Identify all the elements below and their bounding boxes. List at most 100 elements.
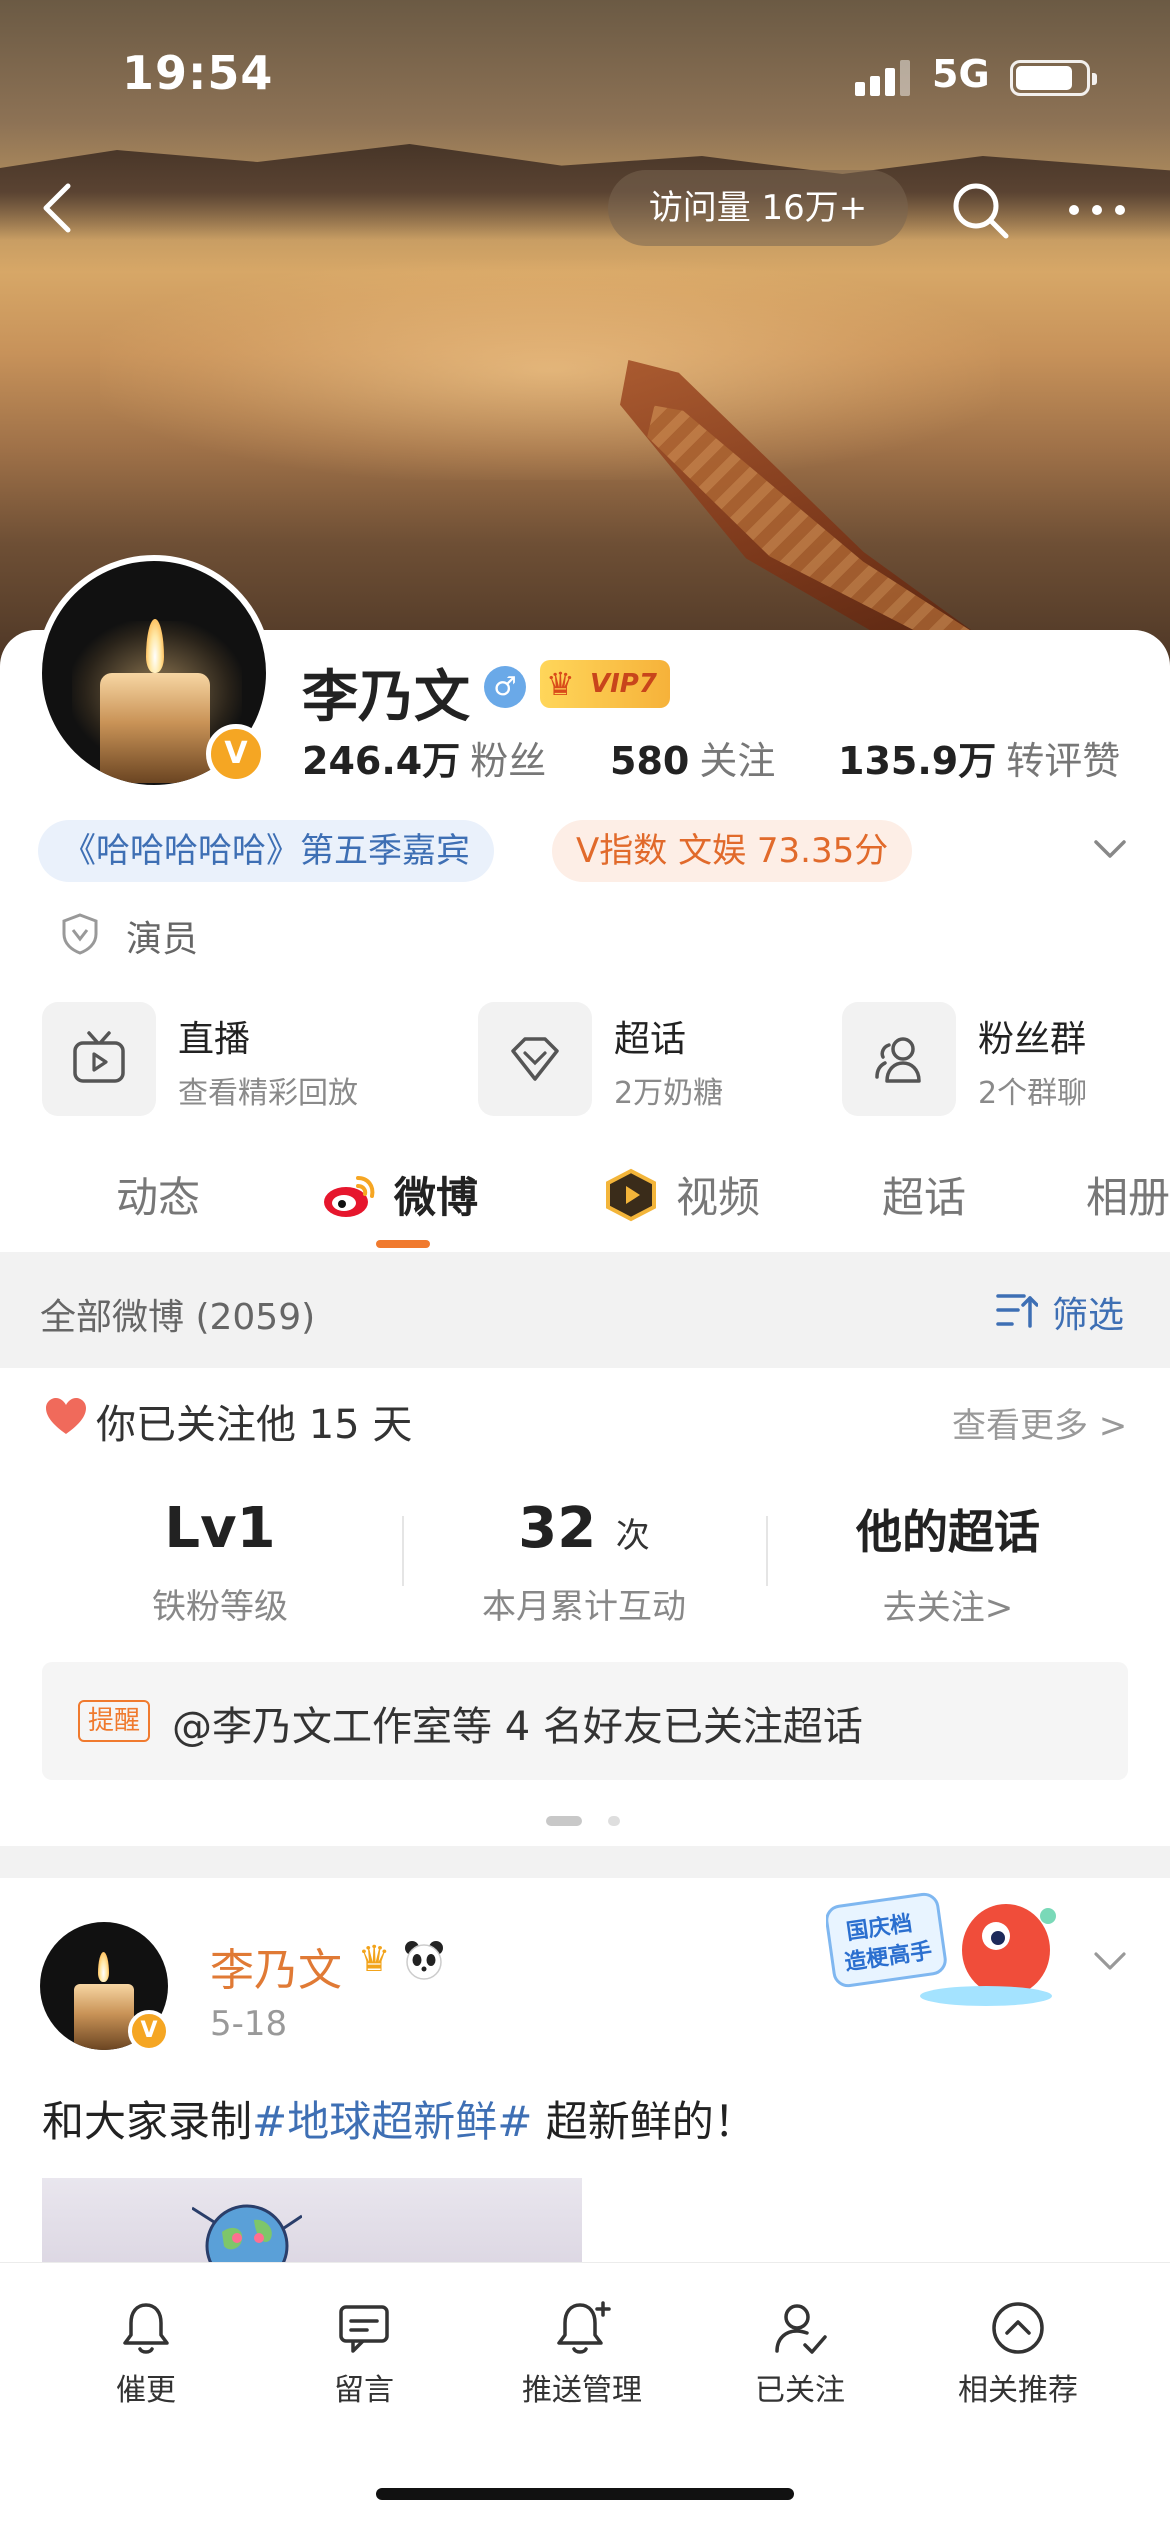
feature-icon-box (42, 1002, 156, 1116)
feature-subtitle: 2万奶糖 (614, 1076, 724, 1111)
feature-icon-box (478, 1002, 592, 1116)
weibo-count: 全部微博 (2059) (40, 1297, 316, 1338)
tab-album[interactable]: 相册 (1086, 1164, 1170, 1225)
profile-tabs: 动态 微博 视频 超话 相册 (0, 1140, 1170, 1250)
crown-icon: ♛ (546, 665, 575, 703)
bottom-label: 催更 (116, 2373, 176, 2408)
bell-icon (123, 2303, 169, 2354)
feature-subtitle: 查看精彩回放 (178, 1076, 358, 1111)
tv-icon (73, 1031, 125, 1083)
more-icon[interactable] (1060, 178, 1134, 242)
network-label: 5G (932, 52, 990, 96)
chevron-down-icon[interactable] (1090, 834, 1130, 864)
stat-interactions[interactable]: 135.9万 转评赞 (838, 730, 1120, 785)
carousel-dot-active (546, 1816, 582, 1826)
bottom-label: 已关注 (755, 2373, 845, 2408)
reminder-bar[interactable]: 提醒 @李乃文工作室等 4 名好友已关注超话 (42, 1662, 1128, 1780)
panda-icon (405, 1941, 443, 1980)
feature-title: 直播 (178, 1019, 251, 1060)
interaction-unit: 次 (615, 1516, 650, 1556)
feature-title: 超话 (614, 1019, 687, 1060)
feature-fan-group[interactable]: 粉丝群 2个群聊 (842, 1002, 1142, 1118)
fan-level-value: Lv1 (164, 1496, 276, 1561)
fan-level-caption: 铁粉等级 (152, 1587, 288, 1627)
post-author-name[interactable]: 李乃文 (210, 1934, 342, 1998)
post-topic-link[interactable]: #地球超新鲜# (252, 2097, 532, 2146)
verified-badge: V (206, 724, 266, 784)
post-text: 和大家录制#地球超新鲜# 超新鲜的！ (42, 2088, 756, 2149)
feature-live[interactable]: 直播 查看精彩回放 (42, 1002, 442, 1118)
group-icon (875, 1037, 921, 1083)
chevron-down-icon[interactable] (1090, 1946, 1130, 1976)
status-time: 19:54 (122, 46, 274, 100)
tab-super-topic[interactable]: 超话 (882, 1164, 966, 1225)
stat-number: 246.4万 (302, 739, 461, 783)
interaction-value-row: 32 次 (404, 1496, 764, 1561)
vip-level: VIP7 (590, 669, 657, 699)
chevron-up-circle-icon (992, 2302, 1044, 2354)
holiday-sticker[interactable]: 国庆档 造梗高手 (826, 1888, 1066, 2018)
post-text-before: 和大家录制 (42, 2097, 253, 2146)
signal-icon (855, 60, 911, 96)
candle-flame (98, 1952, 109, 1982)
see-more-link[interactable]: 查看更多 > (952, 1398, 1127, 1447)
search-icon[interactable] (948, 178, 1012, 242)
stat-fans[interactable]: 246.4万 粉丝 (302, 730, 546, 785)
weibo-icon (324, 1176, 375, 1217)
fan-level-stat[interactable]: Lv1 铁粉等级 (40, 1496, 400, 1628)
monthly-interaction-stat[interactable]: 32 次 本月累计互动 (404, 1496, 764, 1628)
related-recommend-button[interactable]: 相关推荐 (938, 2299, 1098, 2409)
stat-label: 粉丝 (470, 739, 547, 783)
diamond-icon (511, 1037, 559, 1081)
verified-badge: V (128, 2010, 170, 2052)
stat-number: 135.9万 (838, 739, 997, 783)
filter-button[interactable]: 筛选 (996, 1284, 1136, 1336)
male-icon: ♂ (484, 666, 526, 708)
feed-header: 全部微博 (2059) 筛选 (0, 1252, 1170, 1368)
tab-activity[interactable]: 动态 (116, 1164, 200, 1225)
fan-card: 你已关注他 15 天 查看更多 > Lv1 铁粉等级 32 次 本月累计互动 他… (0, 1368, 1170, 1846)
reminder-tag: 提醒 (78, 1700, 151, 1742)
crown-icon: ♛ (358, 1939, 391, 1980)
weibo-post[interactable]: V 李乃文 ♛ 5-18 国庆档 造梗高手 和大家录制#地球超新鲜# 超新鲜的！ (0, 1878, 1170, 2278)
profile-stats: 246.4万 粉丝 580 关注 135.9万 转评赞 (302, 730, 1142, 790)
visits-counter: 访问量 16万+ (608, 170, 908, 246)
carousel-dots (546, 1814, 626, 1828)
feature-icon-box (842, 1002, 956, 1116)
stat-label: 转评赞 (1006, 739, 1121, 783)
push-settings-button[interactable]: 推送管理 (502, 2299, 662, 2409)
interaction-count: 32 (518, 1496, 597, 1561)
follow-days-text: 你已关注他 15 天 (96, 1402, 413, 1448)
video-icon (606, 1168, 656, 1222)
back-icon[interactable] (30, 178, 90, 238)
candle-body (74, 1984, 134, 2050)
post-text-after: 超新鲜的！ (532, 2097, 756, 2146)
profile-name: 李乃文 (302, 665, 470, 730)
section-gap (0, 1846, 1170, 1878)
v-index-tag[interactable]: V指数 文娱 73.35分 (552, 820, 913, 882)
feature-super-topic[interactable]: 超话 2万奶糖 (478, 1002, 838, 1118)
status-bar: 19:54 5G (0, 0, 1170, 150)
tab-video[interactable]: 视频 (676, 1164, 760, 1225)
heart-icon (46, 1398, 86, 1434)
bottom-label: 留言 (334, 2373, 394, 2408)
cover-water-glow (100, 260, 1000, 480)
tab-weibo[interactable]: 微博 (394, 1164, 478, 1225)
feature-title: 粉丝群 (978, 1019, 1087, 1060)
leave-message-button[interactable]: 留言 (284, 2299, 444, 2409)
carousel-dot (608, 1816, 620, 1826)
follow-super-topic-link[interactable]: 去关注> (768, 1580, 1128, 1629)
bell-plus-icon (557, 2301, 611, 2354)
his-super-topic-stat[interactable]: 他的超话 去关注> (768, 1496, 1128, 1629)
user-check-icon (775, 2304, 827, 2354)
message-icon (339, 2305, 389, 2353)
stat-following[interactable]: 580 关注 (610, 730, 775, 785)
vip-badge[interactable]: ♛ VIP7 (540, 660, 670, 708)
remind-update-button[interactable]: 催更 (66, 2299, 226, 2409)
following-button[interactable]: 已关注 (720, 2299, 880, 2409)
reminder-text: @李乃文工作室等 4 名好友已关注超话 (172, 1704, 863, 1750)
battery-icon (1010, 60, 1097, 96)
stat-number: 580 (610, 739, 690, 783)
show-guest-tag[interactable]: 《哈哈哈哈哈》第五季嘉宾 (38, 820, 494, 882)
role-label: 演员 (126, 919, 199, 960)
